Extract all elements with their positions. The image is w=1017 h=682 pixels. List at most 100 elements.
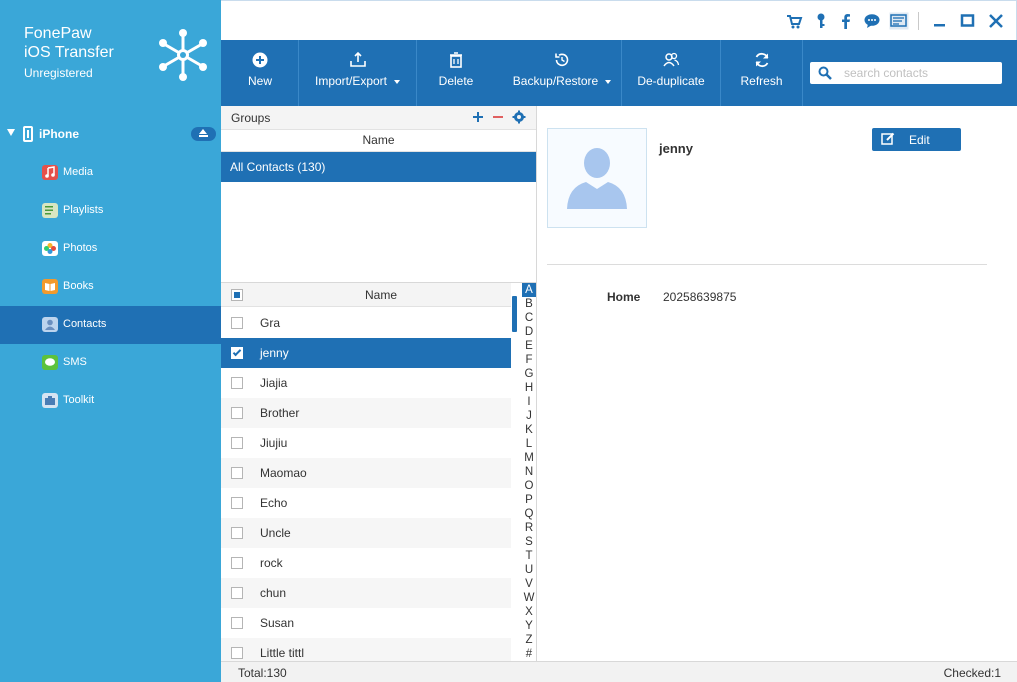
titlebar-divider — [918, 12, 919, 30]
row-checkbox[interactable] — [231, 557, 243, 569]
alphabet-letter[interactable]: T — [522, 549, 536, 563]
row-checkbox[interactable] — [231, 587, 243, 599]
alphabet-letter[interactable]: E — [522, 339, 536, 353]
alphabet-letter[interactable]: P — [522, 493, 536, 507]
alphabet-letter[interactable]: B — [522, 297, 536, 311]
groups-title: Groups — [231, 111, 271, 125]
row-checkbox[interactable] — [231, 497, 243, 509]
table-row[interactable]: Gra — [221, 308, 511, 338]
alphabet-letter[interactable]: Q — [522, 507, 536, 521]
row-checkbox[interactable] — [231, 377, 243, 389]
contact-row-name: Jiujiu — [260, 436, 288, 450]
row-checkbox[interactable] — [231, 317, 243, 329]
alphabet-letter[interactable]: V — [522, 577, 536, 591]
minimize-icon[interactable] — [931, 12, 949, 30]
table-row[interactable]: Susan — [221, 608, 511, 638]
new-button[interactable]: New — [221, 40, 299, 106]
sidebar-item-media[interactable]: Media — [0, 154, 221, 192]
alphabet-letter[interactable]: R — [522, 521, 536, 535]
alphabet-letter[interactable]: U — [522, 563, 536, 577]
sidebar-item-sms[interactable]: SMS — [0, 344, 221, 382]
alphabet-letter[interactable]: O — [522, 479, 536, 493]
toolbar-label: Delete — [438, 74, 474, 88]
close-icon[interactable] — [987, 12, 1005, 30]
remove-group-icon[interactable] — [491, 110, 505, 124]
alphabet-letter[interactable]: X — [522, 605, 536, 619]
row-checkbox[interactable] — [231, 617, 243, 629]
backup-restore-button[interactable]: Backup/Restore — [503, 40, 621, 106]
alphabet-letter[interactable]: K — [522, 423, 536, 437]
eject-icon[interactable] — [191, 127, 216, 141]
sidebar-item-toolkit[interactable]: Toolkit — [0, 382, 221, 420]
table-row[interactable]: Jiujiu — [221, 428, 511, 458]
toolbar-label: New — [247, 74, 272, 88]
row-checkbox[interactable] — [231, 647, 243, 659]
maximize-icon[interactable] — [959, 12, 977, 30]
search-box — [810, 62, 1002, 84]
alphabet-letter[interactable]: J — [522, 409, 536, 423]
chat-icon[interactable] — [863, 12, 881, 30]
alphabet-letter[interactable]: # — [522, 647, 536, 661]
table-row[interactable]: Jiajia — [221, 368, 511, 398]
sidebar-item-books[interactable]: Books — [0, 268, 221, 306]
table-row[interactable]: Brother — [221, 398, 511, 428]
contacts-column-header[interactable]: Name — [251, 288, 511, 302]
row-checkbox[interactable] — [231, 347, 243, 359]
scrollbar-thumb[interactable] — [512, 296, 517, 332]
groups-column-header[interactable]: Name — [221, 130, 536, 152]
refresh-button[interactable]: Refresh — [721, 40, 802, 106]
contact-row-name: Little tittl — [260, 646, 305, 660]
app-brand: FonePaw iOS Transfer Unregistered — [24, 24, 114, 80]
row-checkbox[interactable] — [231, 527, 243, 539]
facebook-icon[interactable] — [837, 12, 855, 30]
import-export-button[interactable]: Import/Export — [299, 40, 416, 106]
sidebar-item-contacts[interactable]: Contacts — [0, 306, 221, 344]
contact-avatar[interactable] — [547, 128, 647, 228]
search-input[interactable] — [844, 65, 994, 81]
key-icon[interactable] — [812, 12, 830, 30]
contacts-rows: Gra jenny Jiajia Brother Jiujiu Maomao Echo Unc… — [221, 308, 511, 668]
table-row[interactable]: jenny — [221, 338, 511, 368]
table-row[interactable]: chun — [221, 578, 511, 608]
select-all-checkbox[interactable] — [231, 289, 243, 301]
alphabet-letter[interactable]: G — [522, 367, 536, 381]
delete-button[interactable]: Delete — [417, 40, 495, 106]
alphabet-letter[interactable]: F — [522, 353, 536, 367]
table-row[interactable]: Echo — [221, 488, 511, 518]
alphabet-letter[interactable]: C — [522, 311, 536, 325]
alphabet-letter[interactable]: L — [522, 437, 536, 451]
deduplicate-button[interactable]: De-duplicate — [622, 40, 720, 106]
row-checkbox[interactable] — [231, 467, 243, 479]
cart-icon[interactable] — [785, 12, 803, 30]
group-settings-gear-icon[interactable] — [512, 110, 526, 124]
alphabet-letter[interactable]: D — [522, 325, 536, 339]
table-row[interactable]: Uncle — [221, 518, 511, 548]
expand-triangle-icon[interactable] — [7, 129, 15, 136]
device-name: iPhone — [39, 127, 80, 141]
registration-status: Unregistered — [24, 66, 93, 80]
groups-header: Groups — [221, 106, 536, 130]
alphabet-letter[interactable]: Z — [522, 633, 536, 647]
search-icon[interactable] — [818, 66, 832, 80]
alphabet-letter[interactable]: A — [522, 283, 536, 297]
device-row-iphone[interactable]: iPhone — [0, 122, 221, 146]
alphabet-letter[interactable]: H — [522, 381, 536, 395]
edit-button[interactable]: Edit — [872, 128, 961, 151]
alphabet-letter[interactable]: W — [522, 591, 536, 605]
table-row[interactable]: Maomao — [221, 458, 511, 488]
row-checkbox[interactable] — [231, 437, 243, 449]
alphabet-letter[interactable]: N — [522, 465, 536, 479]
row-checkbox[interactable] — [231, 407, 243, 419]
feedback-icon[interactable] — [889, 12, 909, 30]
sidebar-item-playlists[interactable]: Playlists — [0, 192, 221, 230]
alphabet-letter[interactable]: I — [522, 395, 536, 409]
alphabet-letter[interactable]: Y — [522, 619, 536, 633]
alphabet-letter[interactable]: M — [522, 451, 536, 465]
sidebar-item-photos[interactable]: Photos — [0, 230, 221, 268]
contact-row-name: jenny — [260, 346, 289, 360]
table-row[interactable]: rock — [221, 548, 511, 578]
alphabet-letter[interactable]: S — [522, 535, 536, 549]
photos-icon — [42, 241, 58, 256]
add-group-icon[interactable] — [471, 110, 485, 124]
group-item-all-contacts[interactable]: All Contacts (130) — [221, 152, 536, 182]
